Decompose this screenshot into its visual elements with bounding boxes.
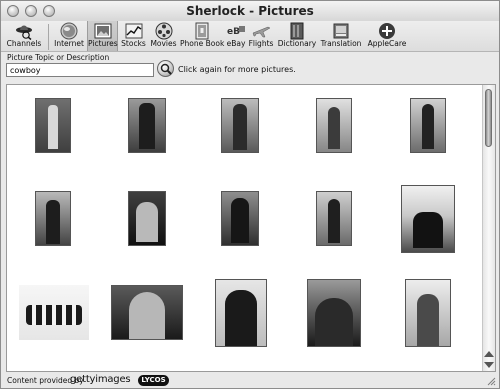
toolbar-label-ebay: eBay [226, 39, 246, 48]
toolbar-item-phone-book[interactable]: Phone Book [180, 21, 225, 51]
translation-icon [333, 23, 349, 39]
toolbar-item-flights[interactable]: Flights [248, 21, 274, 51]
svg-text:eB: eB [227, 27, 240, 37]
internet-icon [60, 22, 78, 40]
toolbar-label-phone-book: Phone Book [180, 39, 225, 48]
result-photo[interactable] [35, 191, 71, 246]
search-label: Picture Topic or Description [7, 53, 110, 62]
result-photo[interactable] [401, 185, 455, 253]
resize-grip-icon[interactable] [486, 376, 496, 386]
toolbar-item-internet[interactable]: Internet [52, 21, 86, 51]
pictures-icon [94, 23, 111, 39]
result-photo[interactable] [215, 279, 267, 347]
phone-book-icon [195, 22, 208, 40]
toolbar-item-translation[interactable]: Translation [319, 21, 363, 51]
result-photo[interactable] [35, 98, 71, 153]
search-area: Picture Topic or Description Click again… [1, 52, 499, 82]
getty-images-logo: gettyimages [70, 374, 131, 385]
result-photo[interactable] [316, 98, 352, 153]
toolbar-item-stocks[interactable]: Stocks [120, 21, 147, 51]
result-photo[interactable] [307, 279, 361, 347]
scroll-thumb[interactable] [485, 89, 492, 147]
result-photo[interactable] [221, 98, 259, 153]
result-photo[interactable] [405, 279, 451, 347]
toolbar-divider [48, 24, 49, 50]
channels-icon [16, 25, 32, 40]
result-photo[interactable] [128, 191, 166, 246]
toolbar-label-pictures: Pictures [88, 39, 118, 48]
toolbar-label-dictionary: Dictionary [277, 39, 317, 48]
toolbar-item-ebay[interactable]: eB eBay [225, 21, 247, 51]
channels-label: Channels [6, 39, 42, 48]
dictionary-icon [290, 22, 304, 40]
title-bar[interactable]: Sherlock - Pictures [1, 1, 499, 22]
toolbar-label-flights: Flights [248, 39, 274, 48]
result-photo[interactable] [410, 98, 446, 153]
toolbar-item-movies[interactable]: Movies [149, 21, 178, 51]
toolbar-label-internet: Internet [54, 39, 84, 48]
toolbar-label-applecare: AppleCare [367, 39, 407, 48]
stocks-icon [125, 23, 142, 39]
toolbar-item-dictionary[interactable]: Dictionary [277, 21, 317, 51]
result-photo[interactable] [128, 98, 166, 153]
search-input[interactable] [6, 63, 154, 77]
magnifier-icon [160, 63, 172, 75]
movies-icon [155, 22, 172, 40]
flights-icon [252, 26, 271, 38]
result-photo[interactable] [316, 191, 352, 246]
channels-button[interactable]: Channels [1, 21, 47, 51]
applecare-icon [379, 23, 395, 39]
footer: Content provided by gettyimages LYCOS [1, 374, 499, 388]
lycos-logo: LYCOS [138, 375, 169, 386]
toolbar-label-stocks: Stocks [121, 39, 146, 48]
ebay-icon: eB [227, 26, 245, 37]
result-photo[interactable] [221, 191, 259, 246]
results-pane [6, 84, 496, 372]
toolbar-label-movies: Movies [150, 39, 177, 48]
toolbar-label-translation: Translation [320, 39, 362, 48]
result-photo[interactable] [111, 285, 183, 340]
window-title: Sherlock - Pictures [186, 4, 314, 18]
search-hint: Click again for more pictures. [178, 65, 296, 74]
toolbar-item-pictures[interactable]: Pictures [87, 21, 118, 51]
toolbar: Channels Internet Pictures Stocks Movies… [1, 21, 499, 52]
result-photo[interactable] [19, 285, 89, 340]
toolbar-item-applecare[interactable]: AppleCare [365, 21, 409, 51]
search-button[interactable] [157, 60, 174, 77]
scroll-down-arrow-icon[interactable] [484, 362, 494, 368]
scroll-up-arrow-icon[interactable] [484, 351, 494, 357]
results-scrollbar[interactable] [482, 85, 495, 371]
sherlock-window: Sherlock - Pictures Channels Internet Pi… [0, 0, 500, 389]
